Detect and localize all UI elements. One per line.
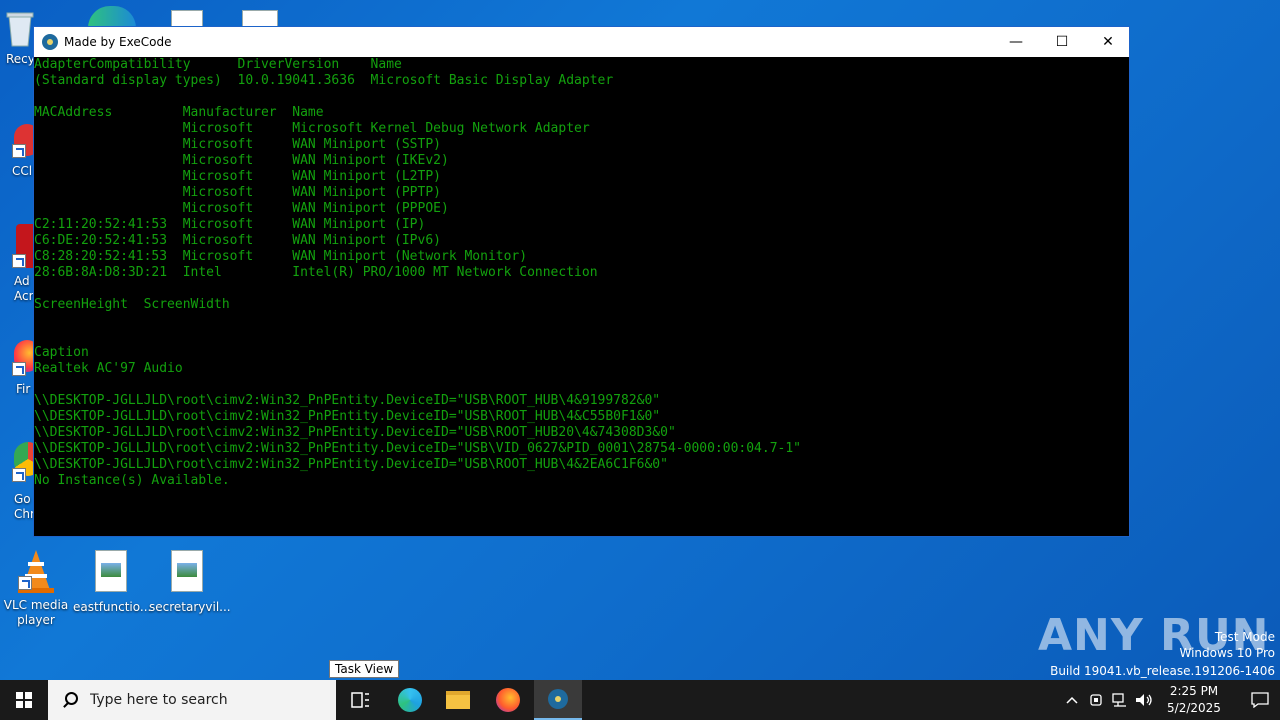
- search-box[interactable]: [48, 680, 336, 720]
- build-label: Build 19041.vb_release.191206-1406: [1050, 664, 1275, 678]
- clock-date: 5/2/2025: [1167, 701, 1221, 715]
- console-line: C2:11:20:52:41:53 Microsoft WAN Miniport…: [34, 217, 426, 232]
- file-eastfunction-icon[interactable]: eastfunctio...: [73, 550, 152, 615]
- firefox-taskbar-button[interactable]: [484, 680, 532, 720]
- shortcut-arrow-icon: [12, 362, 26, 376]
- app-icon: [42, 34, 58, 50]
- windows-logo-icon: [16, 692, 32, 708]
- console-line: \\DESKTOP-JGLLJLD\root\cimv2:Win32_PnPEn…: [34, 425, 676, 440]
- clock-time: 2:25 PM: [1169, 684, 1219, 698]
- console-line: Microsoft WAN Miniport (SSTP): [34, 137, 441, 152]
- maximize-button[interactable]: ☐: [1039, 27, 1085, 57]
- image-file-icon: [171, 550, 203, 592]
- shortcut-arrow-icon: [12, 468, 26, 482]
- console-line: Microsoft WAN Miniport (L2TP): [34, 169, 441, 184]
- vlc-cone-image: [14, 548, 58, 594]
- image-file-icon: [95, 550, 127, 592]
- console-window[interactable]: Made by ExeCode — ☐ ✕ AdapterCompatibili…: [33, 26, 1130, 537]
- console-line: \\DESKTOP-JGLLJLD\root\cimv2:Win32_PnPEn…: [34, 409, 661, 424]
- network-icon[interactable]: [1108, 680, 1132, 720]
- task-view-icon: [351, 692, 369, 708]
- desktop-icon-label: eastfunctio...: [73, 600, 152, 614]
- console-line: C8:28:20:52:41:53 Microsoft WAN Miniport…: [34, 249, 528, 264]
- console-output[interactable]: AdapterCompatibility DriverVersion Name(…: [34, 57, 1129, 536]
- firefox-icon: [496, 688, 520, 712]
- console-line: \\DESKTOP-JGLLJLD\root\cimv2:Win32_PnPEn…: [34, 393, 661, 408]
- console-line: AdapterCompatibility DriverVersion Name: [34, 57, 402, 72]
- shortcut-arrow-icon: [18, 576, 32, 590]
- execode-taskbar-button[interactable]: [534, 680, 582, 720]
- task-view-button[interactable]: [336, 680, 384, 720]
- console-line: Microsoft WAN Miniport (PPPOE): [34, 201, 449, 216]
- shortcut-arrow-icon: [12, 144, 26, 158]
- search-input[interactable]: [88, 691, 322, 709]
- execode-app-icon: [548, 689, 568, 709]
- edge-desktop-icon[interactable]: [88, 6, 136, 28]
- system-tray: 2:25 PM 5/2/2025: [1060, 680, 1280, 720]
- console-line: C6:DE:20:52:41:53 Microsoft WAN Miniport…: [34, 233, 441, 248]
- console-line: 28:6B:8A:D8:3D:21 Intel Intel(R) PRO/100…: [34, 265, 598, 280]
- console-line: No Instance(s) Available.: [34, 473, 230, 488]
- console-line: Microsoft Microsoft Kernel Debug Network…: [34, 121, 590, 136]
- desktop-icon-label: Go Chr: [14, 492, 35, 521]
- console-line: MACAddress Manufacturer Name: [34, 105, 324, 120]
- volume-icon[interactable]: [1132, 680, 1156, 720]
- test-mode-label: Test Mode: [1214, 630, 1275, 644]
- folder-icon: [446, 691, 470, 709]
- show-hidden-icons-chevron-icon[interactable]: [1060, 680, 1084, 720]
- minimize-button[interactable]: —: [993, 27, 1039, 57]
- window-titlebar[interactable]: Made by ExeCode — ☐ ✕: [34, 27, 1129, 57]
- start-button[interactable]: [0, 680, 48, 720]
- console-line: ScreenHeight ScreenWidth: [34, 297, 230, 312]
- notifications-icon[interactable]: [1240, 680, 1280, 720]
- task-view-tooltip: Task View: [329, 660, 400, 678]
- edge-icon: [398, 688, 422, 712]
- desktop: Recy CCl Ad Acr Fir Go Chr VLC media pla…: [0, 0, 1280, 680]
- console-line: Microsoft WAN Miniport (IKEv2): [34, 153, 449, 168]
- windows-edition-label: Windows 10 Pro: [1179, 646, 1275, 660]
- console-line: Microsoft WAN Miniport (PPTP): [34, 185, 441, 200]
- clock[interactable]: 2:25 PM 5/2/2025: [1156, 683, 1232, 717]
- edge-taskbar-button[interactable]: [386, 680, 434, 720]
- close-button[interactable]: ✕: [1085, 27, 1131, 57]
- console-line: \\DESKTOP-JGLLJLD\root\cimv2:Win32_PnPEn…: [34, 457, 668, 472]
- search-icon: [62, 692, 78, 708]
- desktop-icon-label: VLC media player: [3, 598, 69, 627]
- console-line: Caption: [34, 345, 89, 360]
- desktop-icon-label: secretaryvil...: [149, 600, 231, 614]
- taskbar: 2:25 PM 5/2/2025: [0, 680, 1280, 720]
- console-line: (Standard display types) 10.0.19041.3636…: [34, 73, 614, 88]
- console-line: \\DESKTOP-JGLLJLD\root\cimv2:Win32_PnPEn…: [34, 441, 802, 456]
- file-explorer-taskbar-button[interactable]: [434, 680, 482, 720]
- device-icon[interactable]: [1084, 680, 1108, 720]
- file-secretaryvil-icon[interactable]: secretaryvil...: [149, 550, 231, 615]
- console-line: Realtek AC'97 Audio: [34, 361, 183, 376]
- vlc-media-player-icon[interactable]: VLC media player: [0, 548, 74, 628]
- shortcut-arrow-icon: [12, 254, 26, 268]
- window-title: Made by ExeCode: [64, 35, 172, 49]
